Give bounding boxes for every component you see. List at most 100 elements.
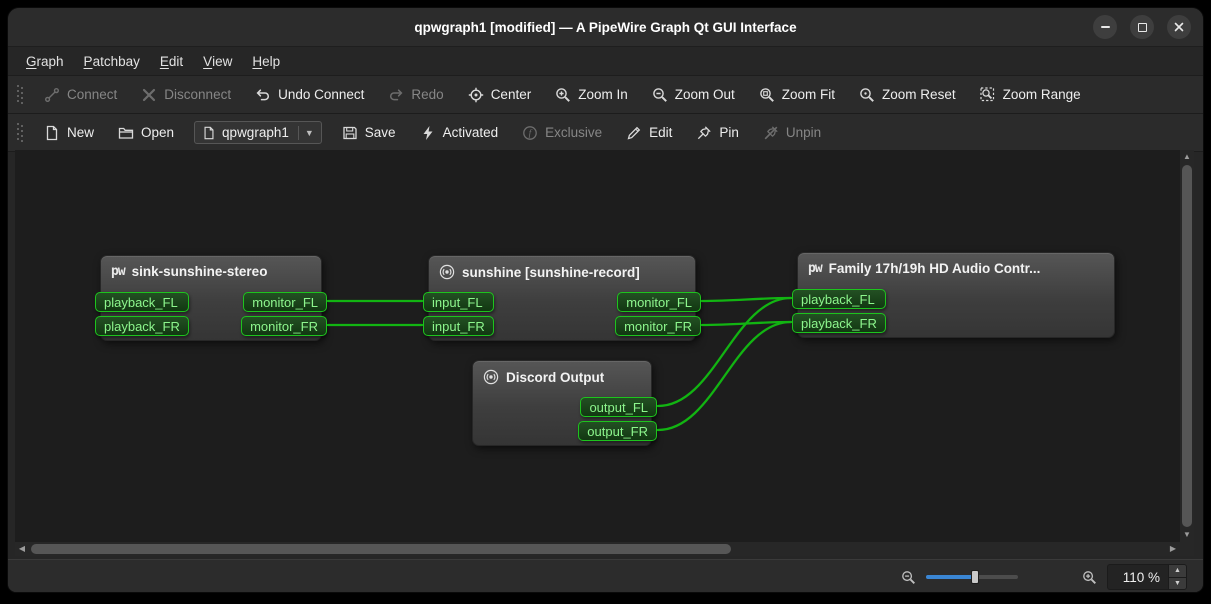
- minimize-icon: [1101, 26, 1110, 28]
- graph-canvas[interactable]: pw sink-sunshine-stereo playback_FL play…: [15, 150, 1180, 542]
- port-output-fr[interactable]: output_FR: [578, 421, 657, 441]
- new-button[interactable]: New: [33, 119, 105, 147]
- node-header: sunshine [sunshine-record]: [429, 256, 695, 280]
- open-folder-icon: [118, 125, 134, 141]
- profile-file-icon: [202, 126, 216, 140]
- menu-bar: Graph Patchbay Edit View Help: [8, 47, 1203, 76]
- toolbar-handle[interactable]: [17, 123, 23, 143]
- scrollbar-corner: [1180, 542, 1194, 556]
- stream-icon: [483, 369, 499, 385]
- node-family-hd-audio[interactable]: pw Family 17h/19h HD Audio Contr... play…: [797, 252, 1115, 338]
- disconnect-button[interactable]: Disconnect: [130, 81, 242, 109]
- port-monitor-fr[interactable]: monitor_FR: [615, 316, 701, 336]
- menu-view[interactable]: View: [193, 47, 242, 75]
- zoom-range-button[interactable]: Zoom Range: [969, 81, 1092, 109]
- disconnect-icon: [141, 87, 157, 103]
- port-input-fr[interactable]: input_FR: [423, 316, 494, 336]
- pin-label: Pin: [719, 125, 739, 140]
- scroll-up-arrow[interactable]: ▲: [1180, 150, 1194, 164]
- zoom-out-icon: [652, 87, 668, 103]
- patchbay-toolbar: New Open qpwgraph1 ▼ Save Activated f Ex…: [8, 114, 1203, 152]
- app-window: qpwgraph1 [modified] — A PipeWire Graph …: [7, 7, 1204, 593]
- scroll-right-arrow[interactable]: ▶: [1166, 542, 1180, 556]
- port-input-fl[interactable]: input_FL: [423, 292, 494, 312]
- unpin-label: Unpin: [786, 125, 821, 140]
- zoom-slider-handle[interactable]: [971, 570, 979, 584]
- statusbar-zoom-out-icon[interactable]: [901, 570, 916, 585]
- center-button[interactable]: Center: [457, 81, 543, 109]
- connection-wires: [15, 150, 1180, 542]
- menu-edit[interactable]: Edit: [150, 47, 193, 75]
- zoom-fit-label: Zoom Fit: [782, 87, 835, 102]
- node-ports: playback_FL playback_FR monitor_FL monit…: [95, 292, 327, 336]
- horizontal-scrollbar[interactable]: ◀ ▶: [15, 542, 1180, 556]
- profile-combobox[interactable]: qpwgraph1 ▼: [194, 121, 322, 144]
- activated-button[interactable]: Activated: [409, 119, 510, 147]
- zoom-out-button[interactable]: Zoom Out: [641, 81, 746, 109]
- zoom-spinbox[interactable]: 110 % ▲ ▼: [1107, 564, 1187, 590]
- undo-connect-label: Undo Connect: [278, 87, 364, 102]
- menu-patchbay[interactable]: Patchbay: [74, 47, 150, 75]
- connect-icon: [44, 87, 60, 103]
- port-playback-fl[interactable]: playback_FL: [95, 292, 189, 312]
- minimize-button[interactable]: [1093, 15, 1117, 39]
- spin-arrows: ▲ ▼: [1168, 565, 1186, 589]
- title-bar[interactable]: qpwgraph1 [modified] — A PipeWire Graph …: [8, 8, 1203, 47]
- zoom-slider-fill: [926, 575, 975, 579]
- disconnect-label: Disconnect: [164, 87, 231, 102]
- undo-connect-button[interactable]: Undo Connect: [244, 81, 375, 109]
- new-label: New: [67, 125, 94, 140]
- spin-down-button[interactable]: ▼: [1169, 577, 1186, 590]
- redo-button[interactable]: Redo: [377, 81, 454, 109]
- pipewire-icon: pw: [808, 262, 822, 275]
- port-monitor-fl[interactable]: monitor_FL: [243, 292, 327, 312]
- center-label: Center: [491, 87, 532, 102]
- node-discord-output[interactable]: Discord Output output_FL output_FR: [472, 360, 652, 446]
- edit-button[interactable]: Edit: [615, 119, 683, 147]
- node-sunshine-record[interactable]: sunshine [sunshine-record] input_FL inpu…: [428, 255, 696, 341]
- horizontal-scroll-thumb[interactable]: [31, 544, 731, 554]
- zoom-range-label: Zoom Range: [1003, 87, 1081, 102]
- pin-button[interactable]: Pin: [685, 119, 750, 147]
- scroll-left-arrow[interactable]: ◀: [15, 542, 29, 556]
- chevron-down-icon: ▼: [298, 126, 317, 140]
- save-icon: [342, 125, 358, 141]
- connect-button[interactable]: Connect: [33, 81, 128, 109]
- spin-up-button[interactable]: ▲: [1169, 565, 1186, 577]
- node-sink-sunshine-stereo[interactable]: pw sink-sunshine-stereo playback_FL play…: [100, 255, 322, 341]
- zoom-reset-button[interactable]: Zoom Reset: [848, 81, 967, 109]
- pipewire-icon: pw: [111, 265, 125, 278]
- open-button[interactable]: Open: [107, 119, 185, 147]
- port-playback-fr[interactable]: playback_FR: [95, 316, 189, 336]
- maximize-button[interactable]: [1130, 15, 1154, 39]
- node-header: pw Family 17h/19h HD Audio Contr...: [798, 253, 1114, 276]
- zoom-fit-button[interactable]: Zoom Fit: [748, 81, 846, 109]
- port-monitor-fr[interactable]: monitor_FR: [241, 316, 327, 336]
- close-button[interactable]: [1167, 15, 1191, 39]
- menu-help[interactable]: Help: [242, 47, 290, 75]
- port-monitor-fl[interactable]: monitor_FL: [617, 292, 701, 312]
- port-output-fl[interactable]: output_FL: [580, 397, 657, 417]
- window-title: qpwgraph1 [modified] — A PipeWire Graph …: [414, 20, 796, 35]
- pencil-icon: [626, 125, 642, 141]
- node-title: Family 17h/19h HD Audio Contr...: [829, 261, 1041, 276]
- exclusive-icon: f: [522, 125, 538, 141]
- vertical-scroll-thumb[interactable]: [1182, 165, 1192, 527]
- menu-graph[interactable]: Graph: [16, 47, 74, 75]
- graph-toolbar: Connect Disconnect Undo Connect Redo Cen…: [8, 76, 1203, 114]
- zoom-slider[interactable]: [926, 569, 1018, 585]
- vertical-scrollbar[interactable]: ▲ ▼: [1180, 150, 1194, 542]
- open-label: Open: [141, 125, 174, 140]
- save-button[interactable]: Save: [331, 119, 407, 147]
- scroll-down-arrow[interactable]: ▼: [1180, 528, 1194, 542]
- statusbar-zoom-in-icon[interactable]: [1082, 570, 1097, 585]
- redo-label: Redo: [411, 87, 443, 102]
- exclusive-button[interactable]: f Exclusive: [511, 119, 613, 147]
- port-playback-fr[interactable]: playback_FR: [792, 313, 886, 333]
- toolbar-handle[interactable]: [17, 85, 23, 105]
- zoom-in-button[interactable]: Zoom In: [544, 81, 639, 109]
- zoom-out-label: Zoom Out: [675, 87, 735, 102]
- unpin-button[interactable]: Unpin: [752, 119, 832, 147]
- node-ports: input_FL input_FR monitor_FL monitor_FR: [423, 292, 701, 336]
- port-playback-fl[interactable]: playback_FL: [792, 289, 886, 309]
